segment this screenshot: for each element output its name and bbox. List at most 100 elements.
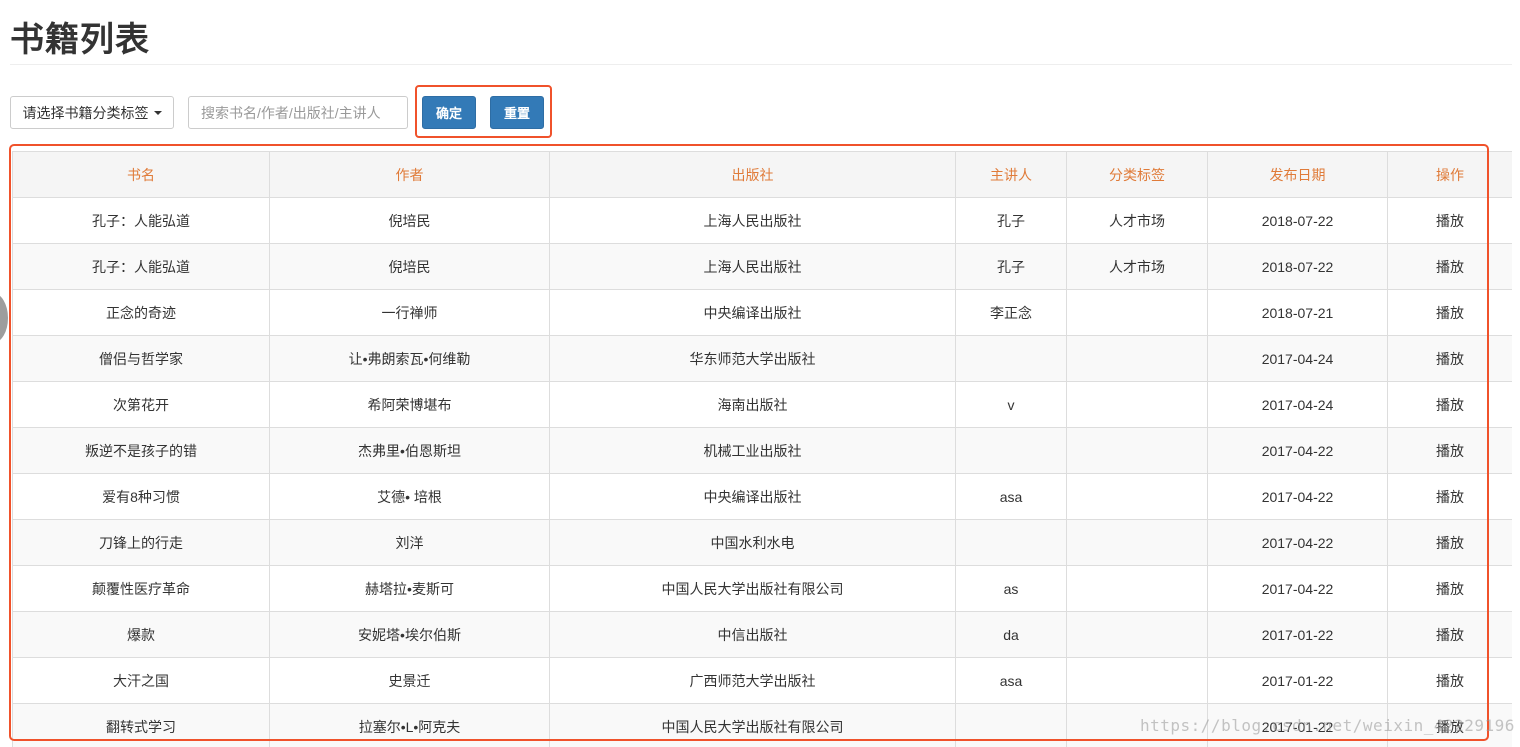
cell-title: 次第花开 <box>12 381 270 428</box>
cell-publisher: 海南出版社 <box>549 381 956 428</box>
cell-tag <box>1066 657 1208 704</box>
cell-title: 叛逆不是孩子的错 <box>12 427 270 474</box>
cell-speaker: da <box>955 611 1067 658</box>
cell-speaker: 李正念 <box>955 289 1067 336</box>
cell-tag <box>1066 289 1208 336</box>
cell-title: 刀锋上的行走 <box>12 519 270 566</box>
column-header-author[interactable]: 作者 <box>269 151 550 198</box>
table-row: 僧侣与哲学家 让•弗朗索瓦•何维勒 华东师范大学出版社 2017-04-24 播… <box>12 335 1512 382</box>
category-dropdown-label: 请选择书籍分类标签 <box>22 104 149 121</box>
cell-date: 2017-04-22 <box>1207 473 1388 520</box>
cell-speaker: 孔子 <box>955 197 1067 244</box>
cell-author: 刘洋 <box>269 519 550 566</box>
play-button[interactable]: 播放 <box>1387 657 1512 704</box>
cell-title: 爆款 <box>12 611 270 658</box>
cell-publisher: 机械工业出版社 <box>549 427 956 474</box>
cell-date: 2017-04-24 <box>1207 381 1388 428</box>
cell-author: 史景迁 <box>269 657 550 704</box>
cell-speaker: as <box>955 565 1067 612</box>
cell-title: 孔子：人能弘道 <box>12 243 270 290</box>
table-row: 次第花开 希阿荣博堪布 海南出版社 v 2017-04-24 播放 <box>12 381 1512 428</box>
table-row: 颠覆性医疗革命 赫塔拉•麦斯可 中国人民大学出版社有限公司 as 2017-04… <box>12 565 1512 612</box>
column-header-action[interactable]: 操作 <box>1387 151 1512 198</box>
cell-publisher: 中国人民大学出版社有限公司 <box>549 565 956 612</box>
cell-date: 2017-04-22 <box>1207 427 1388 474</box>
confirm-button[interactable]: 确定 <box>422 96 476 129</box>
cell-speaker <box>955 335 1067 382</box>
category-dropdown[interactable]: 请选择书籍分类标签 <box>10 96 174 129</box>
cell-date: 2017-04-22 <box>1207 565 1388 612</box>
table-row: 叛逆不是孩子的错 杰弗里•伯恩斯坦 机械工业出版社 2017-04-22 播放 <box>12 427 1512 474</box>
cell-tag <box>1066 381 1208 428</box>
cell-title: 爱有8种习惯 <box>12 473 270 520</box>
play-button[interactable]: 播放 <box>1387 473 1512 520</box>
cell-author: 杰弗里•伯恩斯坦 <box>269 427 550 474</box>
play-button[interactable]: 播放 <box>1387 243 1512 290</box>
table-row: 大汗之国 史景迁 广西师范大学出版社 asa 2017-01-22 播放 <box>12 657 1512 704</box>
cell-title: 正念的奇迹 <box>12 289 270 336</box>
play-button[interactable]: 播放 <box>1387 197 1512 244</box>
play-button[interactable]: 播放 <box>1387 381 1512 428</box>
column-header-date[interactable]: 发布日期 <box>1207 151 1388 198</box>
cell-author: 让•弗朗索瓦•何维勒 <box>269 335 550 382</box>
cell-speaker: asa <box>955 473 1067 520</box>
caret-down-icon <box>153 110 162 115</box>
column-header-title[interactable]: 书名 <box>12 151 270 198</box>
cell-publisher: 华东师范大学出版社 <box>549 335 956 382</box>
cell-speaker: 孔子 <box>955 243 1067 290</box>
play-button[interactable]: 播放 <box>1387 289 1512 336</box>
cell-author: 一行禅师 <box>269 289 550 336</box>
cell-publisher: 中央编译出版社 <box>549 289 956 336</box>
cell-title: 孔子：人能弘道 <box>12 197 270 244</box>
play-button[interactable]: 播放 <box>1387 427 1512 474</box>
cell-speaker <box>955 519 1067 566</box>
cell-author: 艾德• 培根 <box>269 473 550 520</box>
search-input[interactable] <box>188 96 408 129</box>
table-row: 爱有8种习惯 艾德• 培根 中央编译出版社 asa 2017-04-22 播放 <box>12 473 1512 520</box>
cell-tag <box>1066 473 1208 520</box>
book-table: 书名 作者 出版社 主讲人 分类标签 发布日期 操作 孔子：人能弘道 倪培民 上… <box>12 151 1512 747</box>
table-row: 翻转式学习 拉塞尔•L•阿克夫 中国人民大学出版社有限公司 2017-01-22… <box>12 703 1512 747</box>
cell-author: 安妮塔•埃尔伯斯 <box>269 611 550 658</box>
cell-tag <box>1066 427 1208 474</box>
cell-publisher: 中央编译出版社 <box>549 473 956 520</box>
column-header-tag[interactable]: 分类标签 <box>1066 151 1208 198</box>
title-divider <box>10 64 1512 65</box>
page-title: 书籍列表 <box>10 21 150 59</box>
reset-button[interactable]: 重置 <box>490 96 544 129</box>
play-button[interactable]: 播放 <box>1387 703 1512 747</box>
cell-tag: 人才市场 <box>1066 197 1208 244</box>
table-row: 正念的奇迹 一行禅师 中央编译出版社 李正念 2018-07-21 播放 <box>12 289 1512 336</box>
cell-date: 2017-01-22 <box>1207 611 1388 658</box>
cell-publisher: 中国人民大学出版社有限公司 <box>549 703 956 747</box>
cell-tag <box>1066 335 1208 382</box>
cell-speaker <box>955 427 1067 474</box>
table-row: 孔子：人能弘道 倪培民 上海人民出版社 孔子 人才市场 2018-07-22 播… <box>12 197 1512 244</box>
cell-speaker: asa <box>955 657 1067 704</box>
book-table-container: 书名 作者 出版社 主讲人 分类标签 发布日期 操作 孔子：人能弘道 倪培民 上… <box>12 151 1512 747</box>
play-button[interactable]: 播放 <box>1387 611 1512 658</box>
cell-title: 大汗之国 <box>12 657 270 704</box>
column-header-speaker[interactable]: 主讲人 <box>955 151 1067 198</box>
table-row: 孔子：人能弘道 倪培民 上海人民出版社 孔子 人才市场 2018-07-22 播… <box>12 243 1512 290</box>
side-scroll-handle[interactable] <box>0 293 8 343</box>
cell-author: 倪培民 <box>269 197 550 244</box>
cell-tag <box>1066 565 1208 612</box>
cell-publisher: 上海人民出版社 <box>549 197 956 244</box>
table-header-row: 书名 作者 出版社 主讲人 分类标签 发布日期 操作 <box>12 151 1512 198</box>
play-button[interactable]: 播放 <box>1387 565 1512 612</box>
cell-author: 拉塞尔•L•阿克夫 <box>269 703 550 747</box>
cell-date: 2018-07-22 <box>1207 243 1388 290</box>
cell-date: 2017-04-22 <box>1207 519 1388 566</box>
play-button[interactable]: 播放 <box>1387 519 1512 566</box>
column-header-publisher[interactable]: 出版社 <box>549 151 956 198</box>
cell-date: 2018-07-22 <box>1207 197 1388 244</box>
cell-publisher: 广西师范大学出版社 <box>549 657 956 704</box>
cell-tag <box>1066 611 1208 658</box>
cell-speaker: v <box>955 381 1067 428</box>
play-button[interactable]: 播放 <box>1387 335 1512 382</box>
cell-publisher: 中信出版社 <box>549 611 956 658</box>
table-row: 爆款 安妮塔•埃尔伯斯 中信出版社 da 2017-01-22 播放 <box>12 611 1512 658</box>
page: 书籍列表 请选择书籍分类标签 确定 重置 书名 <box>0 0 1520 747</box>
table-row: 刀锋上的行走 刘洋 中国水利水电 2017-04-22 播放 <box>12 519 1512 566</box>
